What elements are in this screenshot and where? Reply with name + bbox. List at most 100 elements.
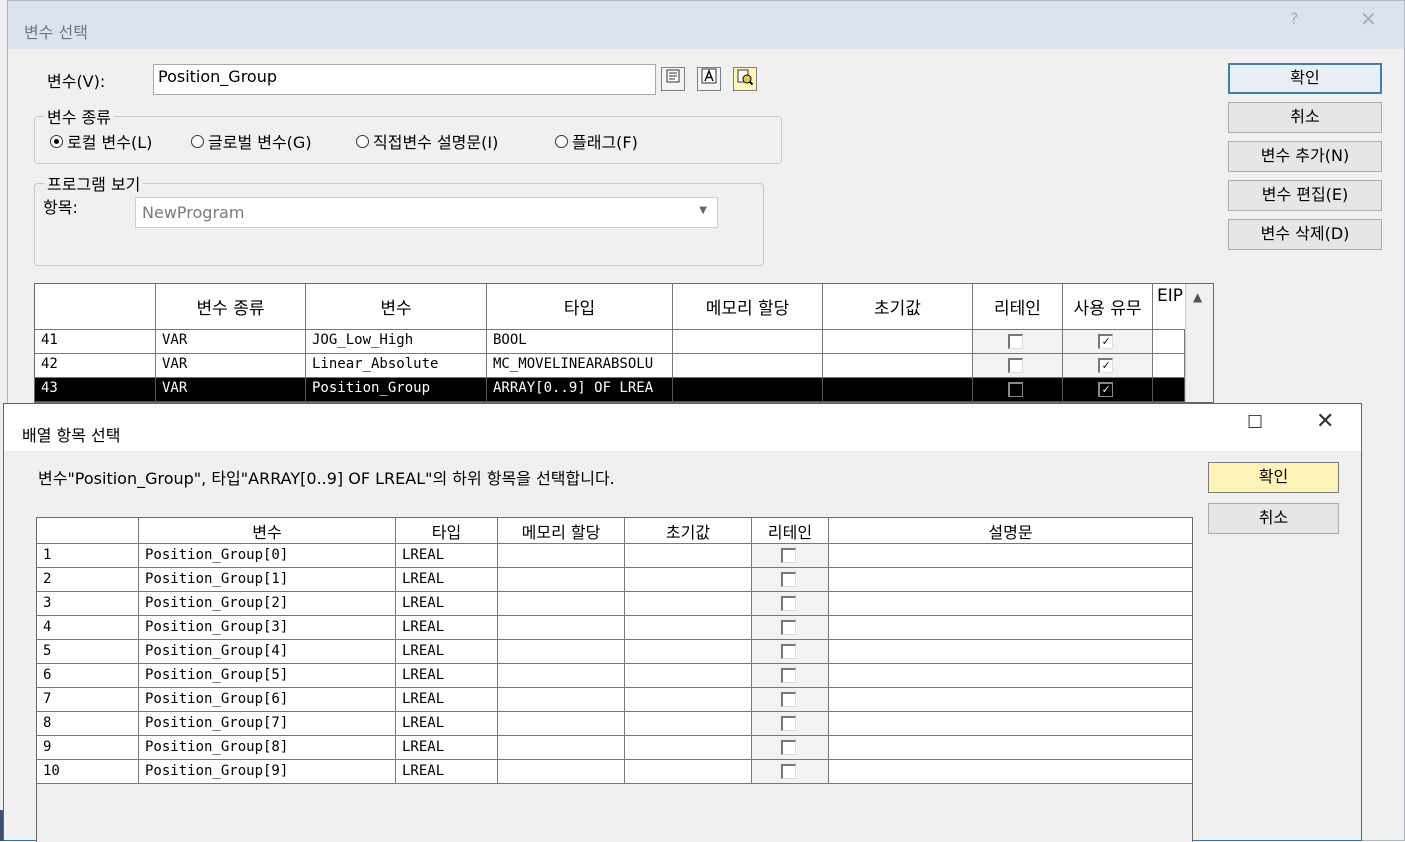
- maximize-icon[interactable]: ☐: [1247, 412, 1263, 433]
- checkbox-unchecked-icon[interactable]: [781, 668, 796, 683]
- checkbox-unchecked-icon[interactable]: [781, 692, 796, 707]
- checkbox-checked-icon[interactable]: ✓: [1098, 334, 1113, 349]
- checkbox-unchecked-icon[interactable]: [1008, 382, 1023, 397]
- retain-cell[interactable]: [752, 664, 829, 688]
- cell-type: LREAL: [396, 760, 498, 784]
- cell-name: Position_Group[1]: [139, 568, 396, 592]
- cell-eip: [1153, 330, 1185, 354]
- dropdown-arrow-icon: ▼: [699, 205, 707, 216]
- column-header-memory[interactable]: 메모리 할당: [673, 284, 823, 330]
- retain-cell[interactable]: [752, 640, 829, 664]
- delete-variable-button[interactable]: 변수 삭제(D): [1228, 219, 1382, 250]
- retain-cell[interactable]: [973, 354, 1063, 378]
- retain-cell[interactable]: [973, 330, 1063, 354]
- retain-cell[interactable]: [752, 760, 829, 784]
- retain-cell[interactable]: [752, 688, 829, 712]
- column-header-memory[interactable]: 메모리 할당: [498, 518, 625, 544]
- column-header-retain[interactable]: 리테인: [752, 518, 829, 544]
- used-cell[interactable]: ✓: [1063, 330, 1153, 354]
- checkbox-unchecked-icon[interactable]: [781, 572, 796, 587]
- retain-cell[interactable]: [752, 544, 829, 568]
- cell-memory: [498, 736, 625, 760]
- checkbox-unchecked-icon[interactable]: [781, 740, 796, 755]
- retain-cell[interactable]: [973, 378, 1063, 402]
- table-row[interactable]: 43 VAR Position_Group ARRAY[0..9] OF LREA ✓: [35, 378, 1185, 402]
- checkbox-unchecked-icon[interactable]: [781, 644, 796, 659]
- cell-memory: [673, 378, 823, 402]
- retain-cell[interactable]: [752, 712, 829, 736]
- help-icon[interactable]: ?: [1290, 9, 1299, 28]
- column-header-initial-value[interactable]: 초기값: [823, 284, 973, 330]
- retain-cell[interactable]: [752, 568, 829, 592]
- table-row[interactable]: 42 VAR Linear_Absolute MC_MOVELINEARABSOLU ✓: [35, 354, 1185, 378]
- ok-button[interactable]: 확인: [1208, 462, 1339, 493]
- cell-num: 43: [35, 378, 156, 402]
- cell-init: [625, 616, 752, 640]
- cell-name: JOG_Low_High: [306, 330, 487, 354]
- cell-memory: [498, 568, 625, 592]
- cell-num: 10: [37, 760, 139, 784]
- scroll-up-arrow-icon[interactable]: ▲: [1193, 290, 1202, 304]
- checkbox-unchecked-icon[interactable]: [1008, 334, 1023, 349]
- checkbox-checked-icon[interactable]: ✓: [1098, 358, 1113, 373]
- cell-init: [625, 568, 752, 592]
- used-cell[interactable]: ✓: [1063, 378, 1153, 402]
- radio-local-variable[interactable]: 로컬 변수(L): [50, 129, 152, 153]
- used-cell[interactable]: ✓: [1063, 354, 1153, 378]
- close-icon[interactable]: ✕: [1316, 409, 1334, 434]
- column-header-used[interactable]: 사용 유무: [1063, 284, 1153, 330]
- cell-name: Position_Group[0]: [139, 544, 396, 568]
- column-header-initial-value[interactable]: 초기값: [625, 518, 752, 544]
- checkbox-unchecked-icon[interactable]: [781, 596, 796, 611]
- search-document-icon[interactable]: [733, 67, 757, 91]
- variable-list-icon[interactable]: [661, 67, 685, 91]
- close-icon[interactable]: ✕: [1360, 7, 1377, 31]
- retain-cell[interactable]: [752, 736, 829, 760]
- ok-button[interactable]: 확인: [1228, 63, 1382, 94]
- cell-memory: [498, 640, 625, 664]
- cell-num: 2: [37, 568, 139, 592]
- variable-input[interactable]: Position_Group: [153, 64, 656, 95]
- cell-init: [823, 330, 973, 354]
- radio-global-variable[interactable]: 글로벌 변수(G): [191, 129, 312, 153]
- program-select[interactable]: NewProgram ▼: [135, 197, 718, 228]
- cell-name: Position_Group[7]: [139, 712, 396, 736]
- column-header-index: [37, 518, 139, 544]
- column-header-type[interactable]: 타입: [487, 284, 673, 330]
- checkbox-checked-icon[interactable]: ✓: [1098, 382, 1113, 397]
- column-header-comment[interactable]: 설명문: [829, 518, 1192, 544]
- cell-memory: [498, 688, 625, 712]
- text-a-icon[interactable]: [697, 67, 721, 91]
- column-header-retain[interactable]: 리테인: [973, 284, 1063, 330]
- cell-comment: [829, 736, 1192, 760]
- retain-cell[interactable]: [752, 616, 829, 640]
- radio-unselected-icon: [356, 134, 369, 148]
- column-header-eip[interactable]: EIP: [1153, 284, 1187, 330]
- checkbox-unchecked-icon[interactable]: [781, 620, 796, 635]
- radio-flag[interactable]: 플래그(F): [555, 129, 638, 153]
- retain-cell[interactable]: [752, 592, 829, 616]
- cell-memory: [498, 760, 625, 784]
- checkbox-unchecked-icon[interactable]: [781, 716, 796, 731]
- cell-num: 7: [37, 688, 139, 712]
- cancel-button[interactable]: 취소: [1228, 102, 1382, 133]
- checkbox-unchecked-icon[interactable]: [781, 548, 796, 563]
- column-header-type[interactable]: 타입: [396, 518, 498, 544]
- cancel-button[interactable]: 취소: [1208, 503, 1339, 534]
- checkbox-unchecked-icon[interactable]: [781, 764, 796, 779]
- cell-name: Position_Group[3]: [139, 616, 396, 640]
- table-row[interactable]: 41 VAR JOG_Low_High BOOL ✓: [35, 330, 1185, 354]
- column-header-variable[interactable]: 변수: [139, 518, 396, 544]
- cell-init: [625, 760, 752, 784]
- dialog-title: 배열 항목 선택: [22, 426, 121, 445]
- column-header-variable[interactable]: 변수: [306, 284, 487, 330]
- column-header-kind[interactable]: 변수 종류: [156, 284, 306, 330]
- checkbox-unchecked-icon[interactable]: [1008, 358, 1023, 373]
- cell-type: LREAL: [396, 568, 498, 592]
- edit-variable-button[interactable]: 변수 편집(E): [1228, 180, 1382, 211]
- cell-init: [823, 354, 973, 378]
- cell-init: [625, 736, 752, 760]
- radio-direct-variable-comment[interactable]: 직접변수 설명문(I): [356, 129, 498, 153]
- add-variable-button[interactable]: 변수 추가(N): [1228, 141, 1382, 172]
- radio-label: 로컬 변수(L): [67, 133, 153, 152]
